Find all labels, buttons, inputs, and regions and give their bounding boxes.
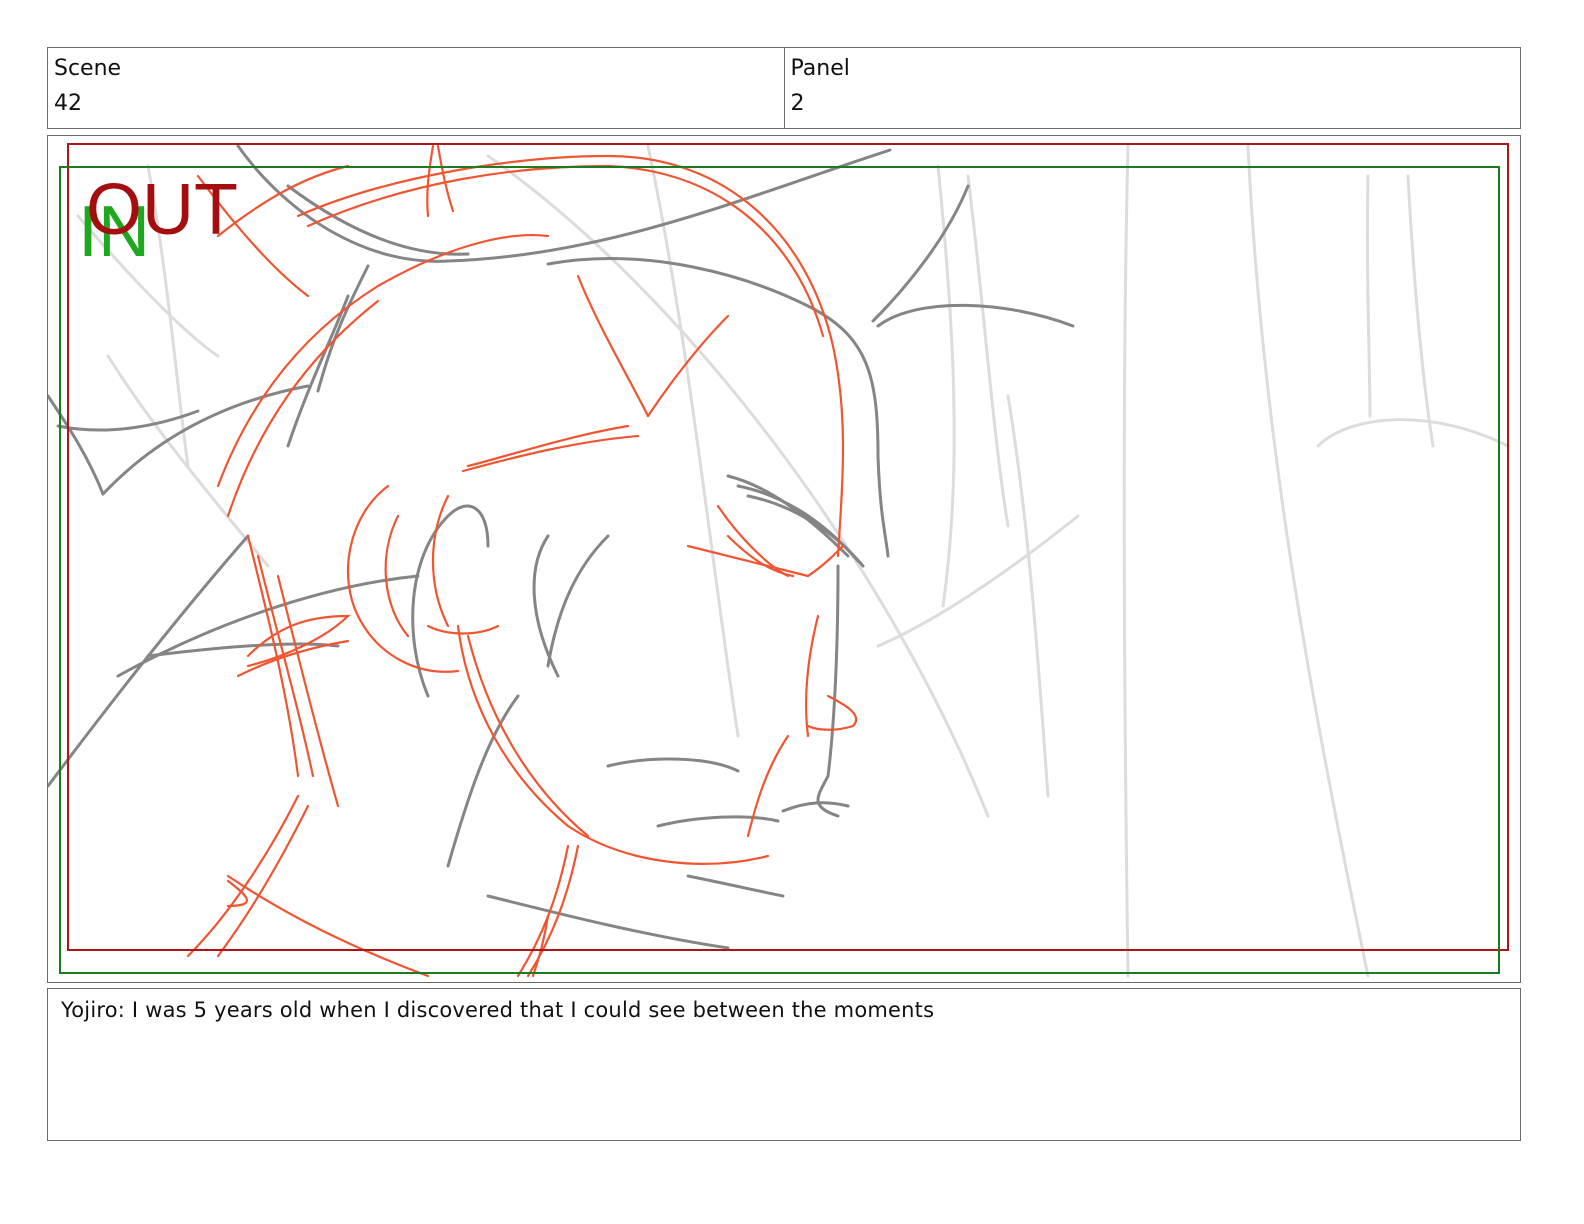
storyboard-panel: IN OUT bbox=[47, 135, 1521, 983]
background-sketch-lines bbox=[76, 144, 1510, 978]
gray-lineart bbox=[48, 144, 1075, 950]
dialogue-box: Yojiro: I was 5 years old when I discove… bbox=[47, 988, 1521, 1141]
panel-label: Panel bbox=[790, 56, 850, 81]
panel-cell: Panel 2 bbox=[783, 48, 1521, 128]
dialogue-text: Yojiro: I was 5 years old when I discove… bbox=[61, 998, 935, 1022]
out-label: OUT bbox=[86, 170, 238, 250]
construction-lines bbox=[186, 144, 858, 978]
scene-label: Scene bbox=[54, 56, 122, 81]
panel-header: Scene 42 Panel 2 bbox=[47, 47, 1521, 129]
out-frame bbox=[67, 143, 1509, 951]
panel-number: 2 bbox=[790, 91, 805, 116]
scene-cell: Scene 42 bbox=[48, 48, 784, 128]
storyboard-sketch: IN OUT bbox=[48, 143, 1510, 978]
scene-number: 42 bbox=[54, 91, 82, 116]
